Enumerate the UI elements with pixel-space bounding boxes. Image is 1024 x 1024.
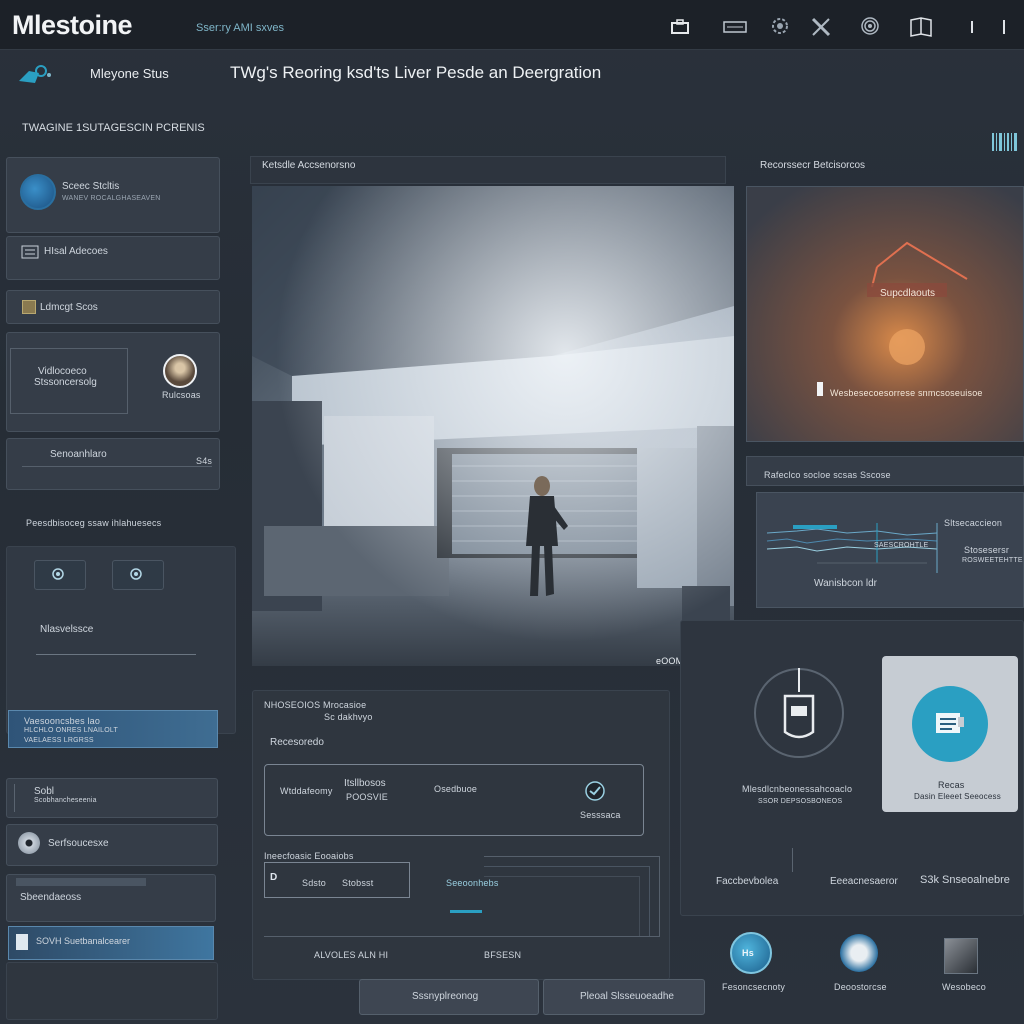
center-title-overlay: Ketsdle Accsenorsno [262, 160, 356, 171]
widget-underline [36, 654, 196, 655]
divider [22, 466, 212, 467]
book-icon[interactable] [908, 14, 934, 40]
right-title-1: Recorssecr Betcisorcos [760, 160, 866, 171]
image-icon [22, 300, 36, 314]
toolbox-icon[interactable] [668, 16, 692, 38]
right-video-feed[interactable] [746, 186, 1024, 442]
subpanel-footer-b: BFSESN [484, 950, 522, 960]
left-section-title: TWAGINE 1SUTAGESCIN PCRENIS [22, 122, 205, 134]
sidebar-item-1-label: HIsal Adecoes [44, 246, 108, 257]
item-4-divider [14, 784, 15, 812]
icon-caption-a: Fesoncsecnoty [722, 982, 786, 992]
action-card-sub: Dasin Eleeet Seeocess [914, 792, 1001, 801]
card-text-1: Vidlocoeco [38, 366, 87, 377]
bottom-button-2-label: Pleoal Slsseuoeadhe [580, 991, 674, 1002]
action-card-label: Recas [938, 780, 965, 790]
subpanel-card-title: Itsllbosos [344, 778, 386, 789]
item-6-tab [16, 878, 146, 886]
highlight-line-1: Vaesooncsbes lao [24, 716, 101, 726]
contact-avatar[interactable] [163, 354, 197, 388]
chart-foot-2: Wanisbcon ldr [814, 578, 877, 589]
chart-label-right-3: ROSWEETEHTTE [962, 557, 1023, 564]
sidebar-item-4-sub: Scobhancheseenia [34, 797, 97, 804]
camera-small-icon [48, 566, 68, 582]
header-label: Mleyone Stus [90, 66, 169, 81]
scanner-icon [776, 664, 822, 744]
calendar-icon[interactable] [722, 16, 748, 38]
highlight-line-3: VAELAESS LRGRSS [24, 737, 94, 744]
sidebar-item-5-label: Serfsoucesxe [48, 838, 109, 849]
subpanel-field-a: Sdsto [302, 878, 327, 888]
sidebar-item-3[interactable] [6, 438, 220, 490]
sidebar-item-2[interactable] [6, 290, 220, 324]
subpanel-card-right: Osedbuoe [434, 784, 478, 794]
device-row-b: Eeeacnesaeror [830, 876, 898, 887]
device-row-a: Faccbevbolea [716, 876, 779, 887]
icon-caption-b: Deoostorcse [834, 982, 887, 992]
subpanel-card-badge: Sesssaca [580, 810, 621, 820]
icon-caption-c: Wesobeco [942, 982, 986, 992]
profile-sub: WANEV ROCALGHASEAVEN [62, 195, 161, 202]
card-text-2: Stssoncersolg [34, 377, 97, 388]
blue-circle-text: Hs [742, 948, 754, 958]
sidebar-item-6-label: Sbeendaeoss [20, 892, 82, 903]
field-a-icon-text: D [270, 872, 278, 883]
subpanel-field-box[interactable] [264, 862, 410, 898]
tools-icon[interactable] [808, 14, 834, 40]
sidebar-item-4-label: Sobl [34, 786, 55, 797]
widget-label: Nlasvelssce [40, 624, 94, 635]
left-section2-title: Peesdbisoceg ssaw ihlahuesecs [26, 518, 162, 528]
subpanel-field-b: Stobsst [342, 878, 374, 888]
device-connector [792, 848, 793, 872]
subpanel-label: Recesoredo [270, 737, 324, 748]
device-row-c: S3k Snseoalnebre [920, 874, 1010, 886]
document-icon[interactable] [912, 686, 988, 762]
right-title-2: Rafeclco socloe scsas Sscose [764, 470, 891, 480]
device-caption-2: SSOR DEPSOSBONEOS [758, 798, 843, 805]
app-subtitle: Sser:ry AMI sxves [196, 22, 285, 34]
barcode-icon [990, 130, 1022, 154]
sidebar-item-3-label: Senoanhlaro [50, 449, 107, 460]
camera-feed[interactable] [252, 186, 734, 666]
device-caption-1: Mlesdlcnbeonessahcoaclo [742, 784, 853, 794]
badge-icon[interactable] [580, 778, 610, 804]
settings-icon[interactable] [768, 14, 792, 38]
camera-icon[interactable] [14, 60, 54, 90]
list-icon [20, 244, 40, 260]
subpanel-lines-3 [484, 876, 640, 936]
left-footer-panel [6, 962, 218, 1020]
subpanel-card-label: Wtddafeomy [280, 786, 333, 796]
user-thumb-icon[interactable] [944, 938, 978, 974]
more-icon[interactable] [964, 16, 980, 38]
highlight-line-2: HLCHLO ONRES LNAILOLT [24, 727, 118, 734]
disc-icon [18, 832, 40, 854]
right-video-caption: Wesbesecoesorrese snmcsoseuisoe [830, 388, 983, 398]
subpanel-section-label: Ineecfoasic Eooaiobs [264, 851, 354, 861]
sidebar-item-2-label: Ldmcgt Scos [40, 302, 98, 313]
contact-caption: Rulcsoas [162, 390, 201, 400]
bottom-button-1-label: Sssnyplreonog [412, 991, 479, 1002]
chart-label-right-2: Stosesersr [964, 545, 1010, 555]
menu-icon[interactable] [996, 16, 1012, 38]
avatar[interactable] [20, 174, 56, 210]
item-7-marker [16, 934, 28, 950]
right-video-label: Supcdlaouts [880, 288, 936, 299]
fingerprint-icon[interactable] [858, 14, 882, 38]
sidebar-item-3-tag: S4s [196, 456, 213, 466]
subpanel-header-2: Sc dakhvyo [324, 712, 373, 722]
sidebar-item-7-label: SOVH Suetbanalcearer [36, 936, 131, 946]
page-title: TWg's Reoring ksd'ts Liver Pesde an Deer… [230, 63, 602, 82]
subpanel-card-title-2: POOSVIE [346, 792, 388, 802]
chart-label-right-1: Sltsecaccieon [944, 518, 1003, 528]
app-logo[interactable]: Mlestoine [12, 10, 133, 41]
camera-small-icon-2 [126, 566, 146, 582]
subpanel-header-1: NHOSEOIOS Mrocasioe [264, 700, 367, 710]
subpanel-footer-line [264, 936, 660, 937]
subpanel-footer-a: ALVOLES ALN HI [314, 950, 389, 960]
chart-foot-1: SAESCROHTLE [874, 542, 929, 549]
field-c-bar [450, 910, 482, 913]
profile-name: Sceec Stcltis [62, 181, 120, 192]
cloud-icon[interactable] [840, 934, 878, 972]
